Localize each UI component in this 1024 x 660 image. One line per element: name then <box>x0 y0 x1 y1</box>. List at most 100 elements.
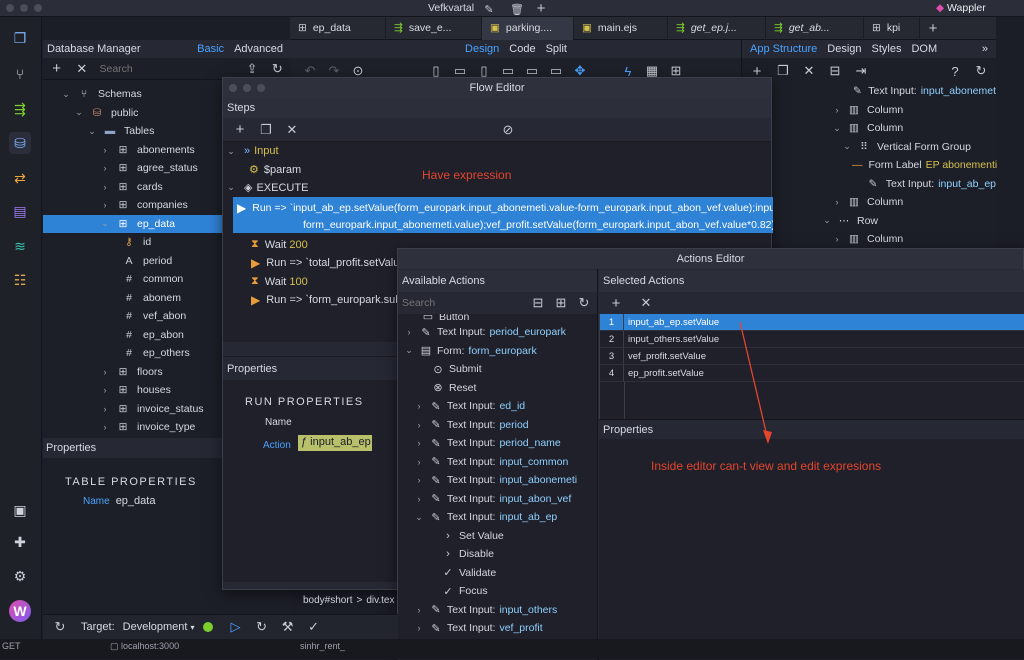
action-item[interactable]: › ✎ Text Input: input_common <box>398 453 597 472</box>
tools-icon[interactable]: ⚒ <box>279 618 297 636</box>
chevron-right-icon[interactable]: › <box>414 420 424 430</box>
extensions-icon[interactable]: ▣ <box>9 499 31 521</box>
edit-icon[interactable]: ✎ <box>480 0 498 18</box>
chevron-right-icon[interactable]: › <box>100 182 110 192</box>
step-run-selected[interactable]: ▶ Run => `input_ab_ep.setValue(form_europ… <box>233 197 773 233</box>
input-label[interactable]: Input <box>254 145 278 157</box>
action-item[interactable]: › ✎ Text Input: vef_profit <box>398 619 597 638</box>
copy-icon[interactable]: ❐ <box>257 121 275 139</box>
action-item[interactable]: ✓ Focus <box>398 582 597 601</box>
refresh-icon[interactable]: ↻ <box>51 618 69 636</box>
chevron-right-icon[interactable]: › <box>414 401 424 411</box>
selected-action-row[interactable]: 3 vef_profit.setValue <box>600 348 1024 365</box>
chevron-down-icon[interactable]: ⌄ <box>227 182 235 193</box>
breadcrumb-item[interactable]: body#short <box>303 595 352 606</box>
chevron-down-icon[interactable]: ⌄ <box>61 89 71 100</box>
database-icon[interactable]: ⛁ <box>9 132 31 154</box>
refresh-icon[interactable]: ↻ <box>972 62 990 80</box>
app-tab-1[interactable]: Design <box>827 43 861 55</box>
action-value-field[interactable]: ƒ input_ab_ep <box>298 435 372 451</box>
chevron-right-icon[interactable]: › <box>100 422 110 432</box>
flow-minimize-button[interactable] <box>243 84 251 92</box>
disable-icon[interactable]: ⊘ <box>499 121 517 139</box>
chevron-down-icon[interactable]: ⌄ <box>842 141 852 152</box>
flow-zoom-button[interactable] <box>257 84 265 92</box>
app-tab-2[interactable]: Styles <box>872 43 902 55</box>
chevron-down-icon[interactable]: ⌄ <box>227 146 235 157</box>
check-circle-icon[interactable]: ✓ <box>305 618 323 636</box>
chevron-right-icon[interactable]: › <box>100 145 110 155</box>
chevron-right-icon[interactable]: › <box>100 163 110 173</box>
selected-action-row[interactable]: 2 input_others.setValue <box>600 331 1024 348</box>
puzzle-icon[interactable]: ✚ <box>9 531 31 553</box>
structure-item[interactable]: ⌄ ⋯ Row <box>742 212 996 231</box>
wait1-label[interactable]: Wait <box>265 239 287 251</box>
chevron-right-icon[interactable]: › <box>414 438 424 448</box>
action-item[interactable]: › ✎ Text Input: period_europark <box>398 323 597 342</box>
workflow-icon[interactable]: ⇶ <box>9 98 31 120</box>
pages-icon[interactable]: ❐ <box>9 27 31 49</box>
new-tab-icon[interactable]: + <box>924 19 942 37</box>
chevron-right-icon[interactable]: › <box>100 404 110 414</box>
refresh-icon[interactable]: ↻ <box>575 294 593 312</box>
code-tab[interactable]: Code <box>509 43 535 55</box>
action-item[interactable]: ⌄ ✎ Text Input: input_ab_ep <box>398 508 597 527</box>
user-avatar-icon[interactable]: W <box>9 600 31 622</box>
action-item[interactable]: › ✎ Text Input: input_others <box>398 601 597 620</box>
run2-label[interactable]: Run => `total_profit.setValue( <box>266 257 409 269</box>
chevron-right-icon[interactable]: › <box>832 105 842 115</box>
chevron-down-icon[interactable]: ⌄ <box>74 107 84 118</box>
chevron-right-icon[interactable]: › <box>414 475 424 485</box>
import-icon[interactable]: ⇪ <box>245 60 260 78</box>
advanced-tab[interactable]: Advanced <box>234 43 283 55</box>
split-tab[interactable]: Split <box>546 43 567 55</box>
tab-1[interactable]: ⇶ save_e... <box>386 16 482 40</box>
tab-6[interactable]: ⊞ kpi <box>864 16 920 40</box>
chevron-down-icon[interactable]: ⌄ <box>832 123 842 134</box>
selected-action-row[interactable]: 1 input_ab_ep.setValue <box>600 314 1024 331</box>
breadcrumb-item[interactable]: div.tex <box>366 595 394 606</box>
run-icon[interactable]: ▷ <box>227 618 245 636</box>
structure-item[interactable]: — Form Label EP abonementi <box>742 156 997 175</box>
layers-icon[interactable]: ≋ <box>9 235 31 257</box>
target-select[interactable]: Development ▾ <box>123 621 195 633</box>
structure-item[interactable]: › ▥ Column <box>742 101 996 120</box>
tab-2[interactable]: ▣ parking.... <box>482 16 574 40</box>
design-tab[interactable]: Design <box>465 43 499 55</box>
structure-item[interactable]: ⌄ ▥ Column <box>742 119 996 138</box>
action-item[interactable]: › Set Value <box>398 527 597 546</box>
app-tab-3[interactable]: DOM <box>911 43 937 55</box>
close-icon[interactable]: ✕ <box>74 60 89 78</box>
selected-action-row[interactable]: 4 ep_profit.setValue <box>600 365 1024 382</box>
trash-icon[interactable]: 🗑 <box>508 0 526 18</box>
chevron-down-icon[interactable]: ⌄ <box>414 512 424 523</box>
action-item[interactable]: › ✎ Text Input: period <box>398 416 597 435</box>
add-action-icon[interactable]: + <box>607 294 625 312</box>
zoom-window-button[interactable] <box>34 4 42 12</box>
remove-action-icon[interactable]: ✕ <box>637 294 655 312</box>
action-item[interactable]: › ✎ Text Input: period_name <box>398 434 597 453</box>
param-label[interactable]: $param <box>264 164 301 176</box>
chevron-down-icon[interactable]: ⌄ <box>87 126 97 137</box>
app-tab-0[interactable]: App Structure <box>750 43 817 55</box>
more-icon[interactable]: » <box>982 43 988 55</box>
git-icon[interactable]: ⑂ <box>9 63 31 85</box>
expand-all-icon[interactable]: ⊞ <box>552 294 570 312</box>
flow-close-button[interactable] <box>229 84 237 92</box>
chevron-down-icon[interactable]: ⌄ <box>100 218 110 229</box>
structure-item[interactable]: › ▥ Column <box>742 230 996 249</box>
help-icon[interactable]: ? <box>946 62 964 80</box>
add-step-icon[interactable]: + <box>231 121 249 139</box>
action-item[interactable]: › ✎ Text Input: ed_id <box>398 397 597 416</box>
action-item[interactable]: › Disable <box>398 545 597 564</box>
action-item[interactable]: ▭ Button <box>398 314 597 323</box>
name-value[interactable]: ep_data <box>116 495 156 507</box>
action-item[interactable]: › ✎ Text Input: input_abon_vef <box>398 490 597 509</box>
tab-5[interactable]: ⇶ get_ab... <box>766 16 864 40</box>
chevron-right-icon[interactable]: › <box>414 605 424 615</box>
tab-3[interactable]: ▣ main.ejs <box>574 16 668 40</box>
component-icon[interactable]: ⊟ <box>826 62 844 80</box>
structure-item[interactable]: ✎ Text Input: input_abonemet <box>742 82 996 101</box>
wrap-icon[interactable]: ⇥ <box>852 62 870 80</box>
routing-icon[interactable]: ⇄ <box>9 167 31 189</box>
